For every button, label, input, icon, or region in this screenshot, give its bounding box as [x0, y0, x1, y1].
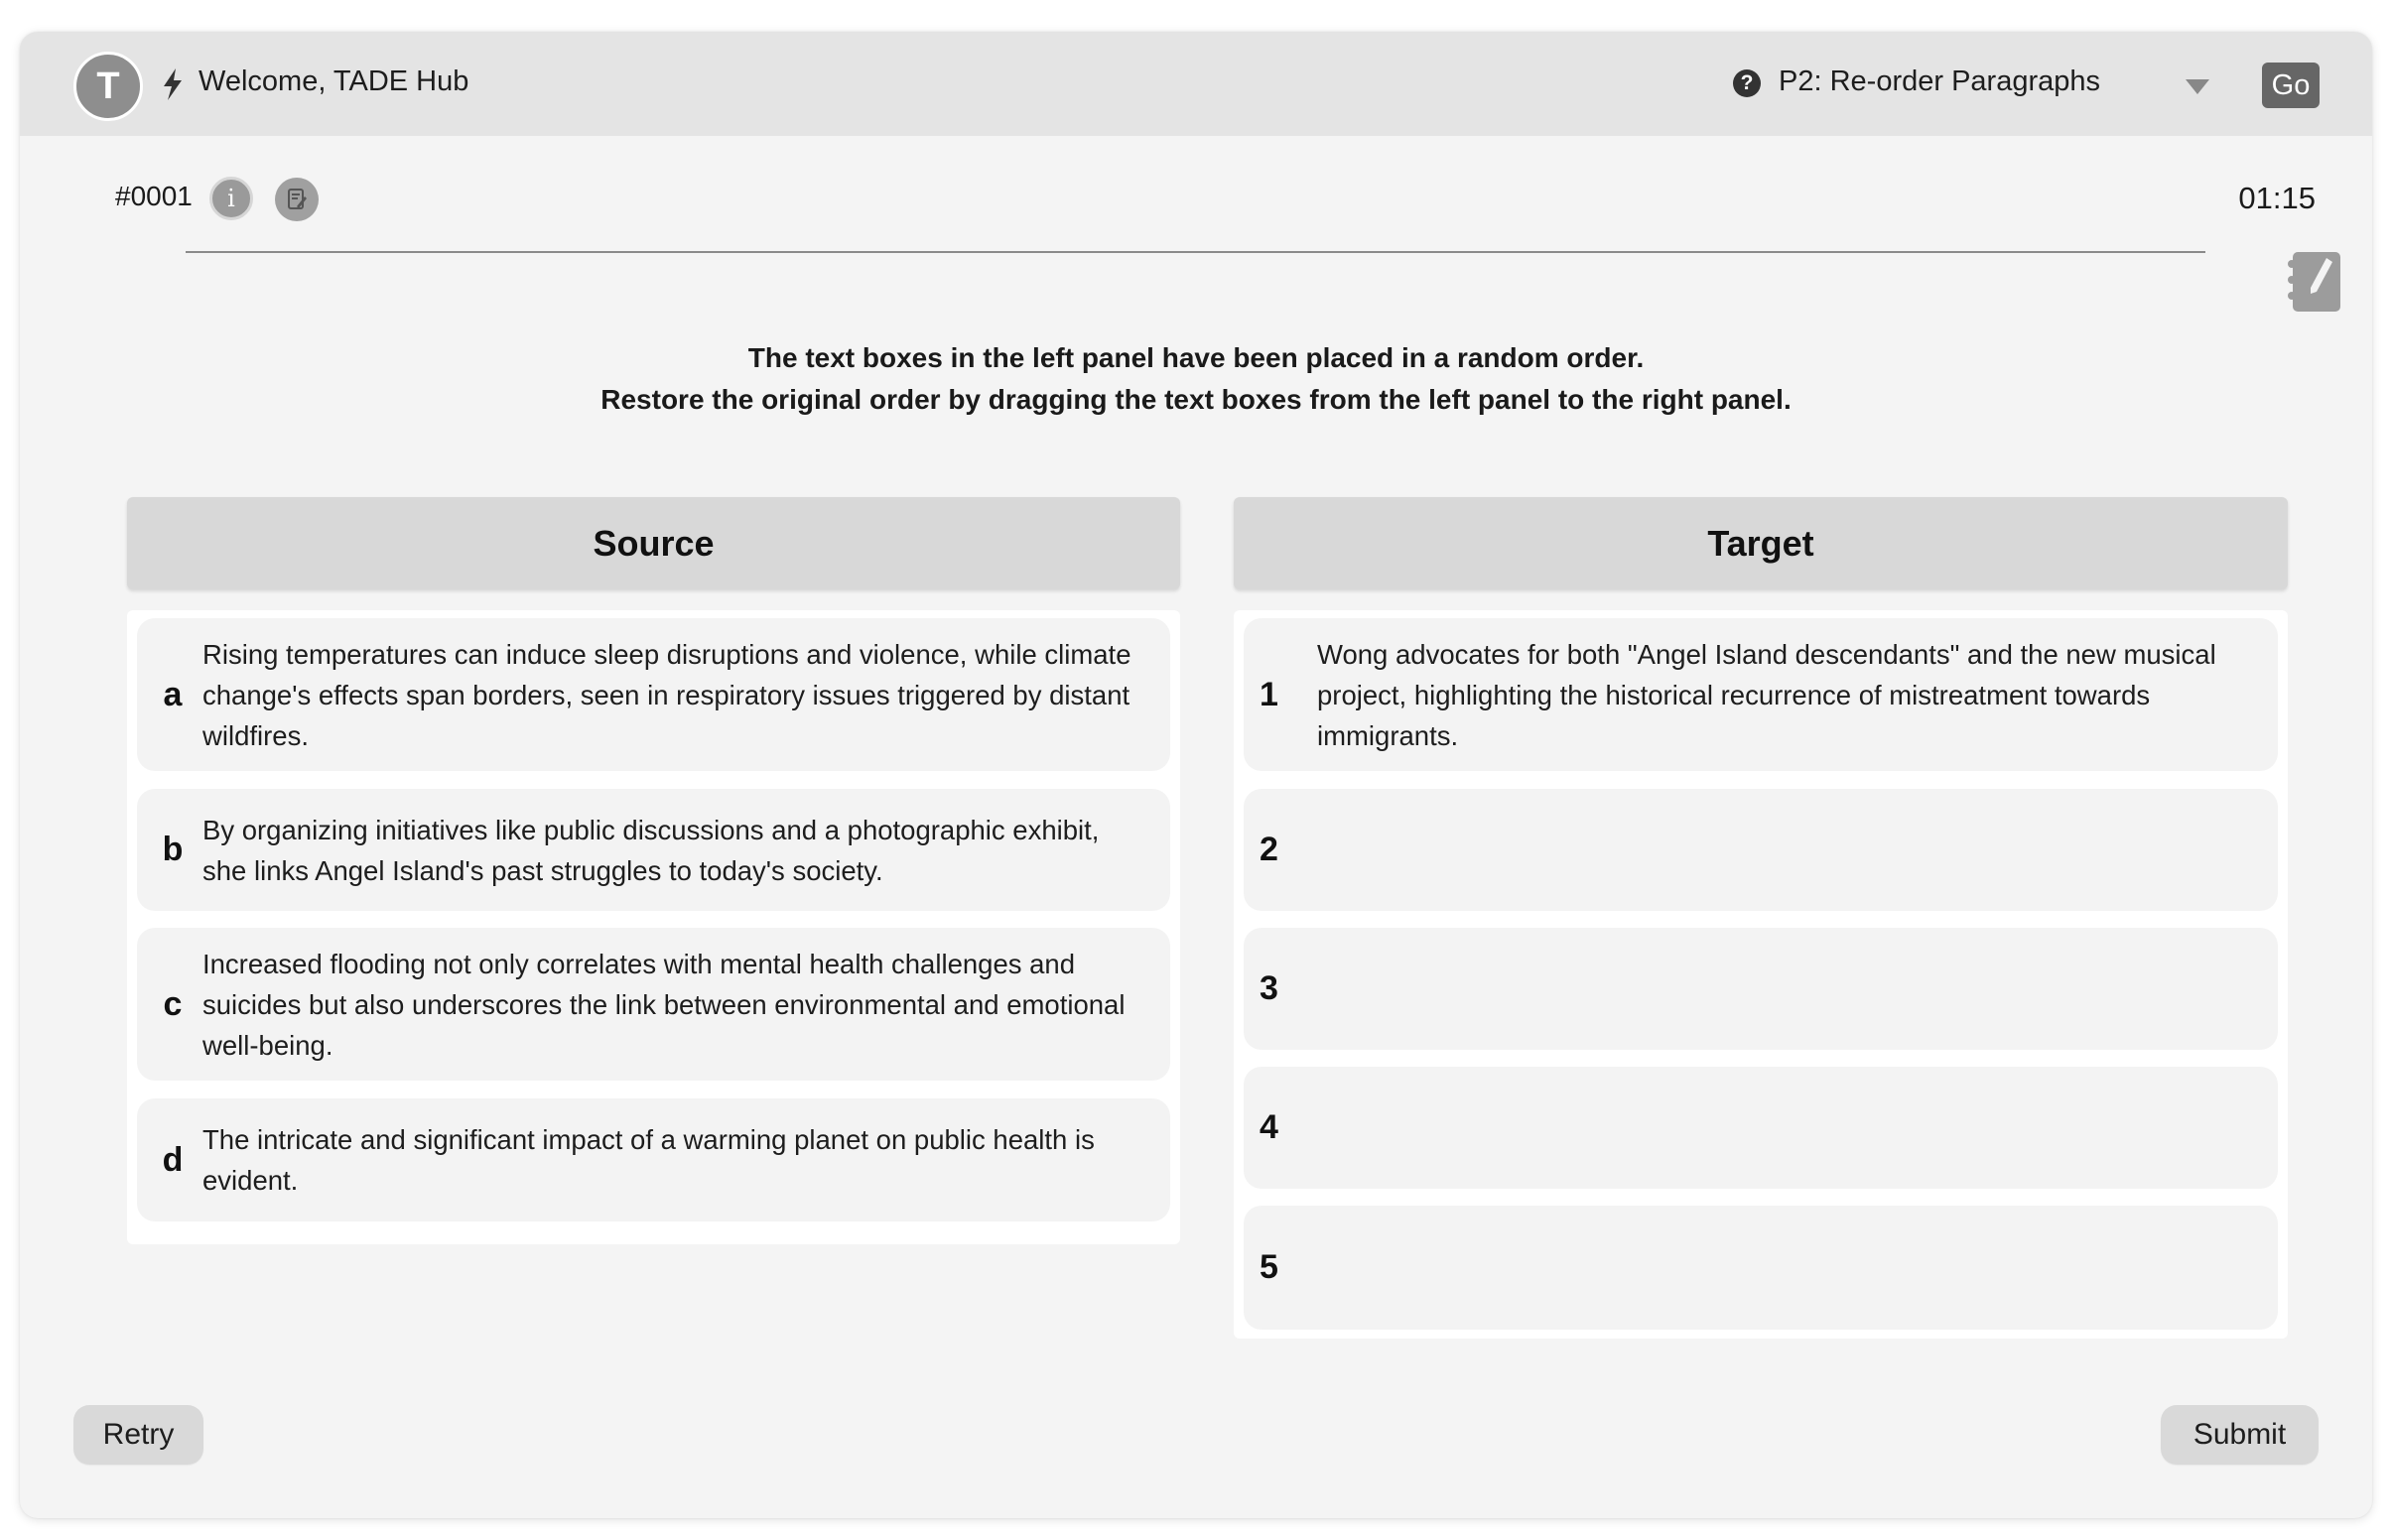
chevron-down-icon[interactable]	[2186, 79, 2209, 94]
slot-number: 3	[1260, 969, 1278, 1007]
submit-button[interactable]: Submit	[2161, 1405, 2319, 1465]
item-text: Rising temperatures can induce sleep dis…	[202, 638, 1131, 751]
info-icon[interactable]: i	[209, 177, 253, 220]
item-key: d	[162, 1140, 184, 1179]
target-slot-1[interactable]: 1 Wong advocates for both "Angel Island …	[1244, 618, 2278, 771]
source-item-b[interactable]: b By organizing initiatives like public …	[137, 789, 1170, 911]
item-key: a	[163, 675, 183, 713]
user-avatar[interactable]: T	[73, 52, 143, 121]
source-item-d[interactable]: d The intricate and significant impact o…	[137, 1098, 1170, 1221]
slot-text: Wong advocates for both "Angel Island de…	[1317, 638, 2216, 751]
lightning-icon	[164, 68, 182, 100]
item-key: c	[163, 984, 183, 1023]
task-type-select[interactable]: P2: Re-order Paragraphs	[1779, 65, 2100, 98]
instruction-line: The text boxes in the left panel have be…	[747, 342, 1645, 373]
slot-number: 5	[1260, 1248, 1278, 1286]
scroll-edit-glyph	[288, 189, 307, 209]
task-card: T Welcome, TADE Hub ? P2: Re-order Parag…	[20, 32, 2372, 1518]
source-list: a Rising temperatures can induce sleep d…	[127, 610, 1180, 1244]
item-key: b	[162, 831, 184, 868]
source-item-a[interactable]: a Rising temperatures can induce sleep d…	[137, 618, 1170, 771]
item-text: Increased flooding not only correlates w…	[202, 948, 1126, 1061]
welcome-text: Welcome, TADE Hub	[199, 65, 469, 97]
target-panel-header: Target	[1234, 497, 2288, 589]
target-slot-4[interactable]: 4	[1244, 1067, 2278, 1189]
source-panel-header: Source	[127, 497, 1180, 589]
slot-number: 1	[1260, 675, 1278, 713]
target-slot-5[interactable]: 5	[1244, 1206, 2278, 1330]
edit-note-icon[interactable]	[275, 178, 319, 221]
help-icon[interactable]: ?	[1733, 69, 1761, 97]
top-bar: T Welcome, TADE Hub ? P2: Re-order Parag…	[20, 32, 2372, 136]
slot-number: 4	[1260, 1108, 1278, 1146]
countdown-timer: 01:15	[2238, 181, 2316, 215]
go-button[interactable]: Go	[2262, 63, 2320, 108]
divider	[186, 251, 2205, 253]
target-slot-2[interactable]: 2	[1244, 789, 2278, 911]
target-list: 1 Wong advocates for both "Angel Island …	[1234, 610, 2288, 1339]
instruction-line: Restore the original order by dragging t…	[600, 384, 1792, 415]
item-text: By organizing initiatives like public di…	[202, 814, 1100, 886]
item-text: The intricate and significant impact of …	[202, 1124, 1095, 1196]
retry-button[interactable]: Retry	[73, 1405, 203, 1465]
instructions: The text boxes in the left panel have be…	[20, 337, 2372, 421]
notebook-pencil-icon[interactable]	[2283, 248, 2346, 316]
target-slot-3[interactable]: 3	[1244, 928, 2278, 1050]
question-id: #0001	[115, 181, 193, 211]
source-item-c[interactable]: c Increased flooding not only correlates…	[137, 928, 1170, 1081]
slot-number: 2	[1260, 831, 1278, 868]
